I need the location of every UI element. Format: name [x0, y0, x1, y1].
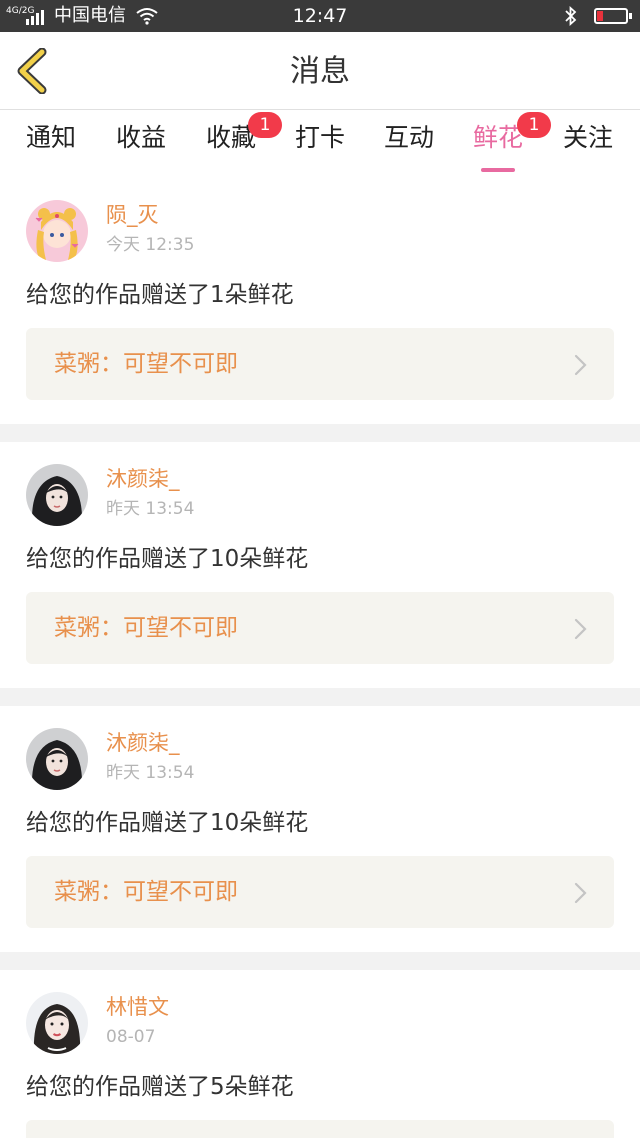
work-link[interactable]: 菜粥：可望不可即 — [26, 328, 614, 400]
work-link[interactable]: 菜粥：可望不可即 — [26, 592, 614, 664]
work-title: 菜粥：可望不可即 — [54, 351, 238, 377]
unread-badge: 1 — [248, 112, 282, 138]
clock: 12:47 — [292, 5, 348, 27]
username[interactable]: 沐颜柒_ — [106, 730, 180, 756]
tab-label: 关注 — [562, 123, 613, 152]
message-card: 陨_灭 今天 12:35 给您的作品赠送了1朵鲜花 菜粥：可望不可即 — [0, 178, 640, 424]
chevron-right-icon — [574, 618, 587, 640]
work-title: 菜粥：可望不可即 — [54, 615, 238, 641]
battery-icon — [594, 8, 632, 24]
username[interactable]: 林惜文 — [106, 994, 169, 1020]
tab-flowers[interactable]: 鲜花 1 — [463, 112, 551, 172]
username[interactable]: 陨_灭 — [106, 202, 159, 228]
message-time: 昨天 13:54 — [106, 499, 195, 519]
work-title: 菜粥：可望不可即 — [54, 879, 238, 905]
work-link[interactable]: 菜粥：可望不可即 — [26, 856, 614, 928]
avatar[interactable] — [26, 464, 88, 526]
tab-label: 互动 — [383, 123, 434, 152]
chevron-left-icon — [17, 47, 47, 95]
active-tab-indicator — [481, 168, 515, 172]
unread-badge: 1 — [517, 112, 551, 138]
page-title: 消息 — [290, 54, 350, 89]
chevron-right-icon — [574, 354, 587, 376]
chevron-right-icon — [574, 882, 587, 904]
message-card: 沐颜柒_ 昨天 13:54 给您的作品赠送了10朵鲜花 菜粥：可望不可即 — [0, 442, 640, 688]
tab-notice[interactable]: 通知 — [16, 120, 86, 172]
back-button[interactable] — [14, 47, 54, 95]
message-time: 08-07 — [106, 1027, 156, 1047]
message-card: 沐颜柒_ 昨天 13:54 给您的作品赠送了10朵鲜花 菜粥：可望不可即 — [0, 706, 640, 952]
tab-label: 收益 — [115, 123, 166, 152]
tab-checkin[interactable]: 打卡 — [285, 120, 355, 172]
tab-favorites[interactable]: 收藏 1 — [196, 112, 282, 172]
message-text: 给您的作品赠送了10朵鲜花 — [26, 546, 309, 572]
message-time: 今天 12:35 — [106, 235, 195, 255]
avatar[interactable] — [26, 992, 88, 1054]
avatar[interactable] — [26, 200, 88, 262]
tab-bar: 通知 收益 收藏 1 打卡 互动 鲜花 1 关注 — [0, 110, 640, 178]
work-link[interactable] — [26, 1120, 614, 1138]
message-text: 给您的作品赠送了10朵鲜花 — [26, 810, 309, 836]
message-time: 昨天 13:54 — [106, 763, 195, 783]
avatar[interactable] — [26, 728, 88, 790]
tab-label: 鲜花 — [472, 123, 523, 152]
tab-follow[interactable]: 关注 — [553, 120, 623, 172]
username[interactable]: 沐颜柒_ — [106, 466, 180, 492]
status-bar: 4G/2G 中国电信 12:47 — [0, 0, 640, 32]
tab-label: 通知 — [25, 123, 76, 152]
message-card: 林惜文 08-07 给您的作品赠送了5朵鲜花 — [0, 970, 640, 1138]
tab-income[interactable]: 收益 — [106, 120, 176, 172]
message-text: 给您的作品赠送了1朵鲜花 — [26, 282, 294, 308]
tab-label: 打卡 — [294, 123, 345, 152]
tab-interaction[interactable]: 互动 — [374, 120, 444, 172]
app-header: 消息 — [0, 32, 640, 110]
message-text: 给您的作品赠送了5朵鲜花 — [26, 1074, 294, 1100]
bluetooth-icon — [565, 6, 577, 26]
